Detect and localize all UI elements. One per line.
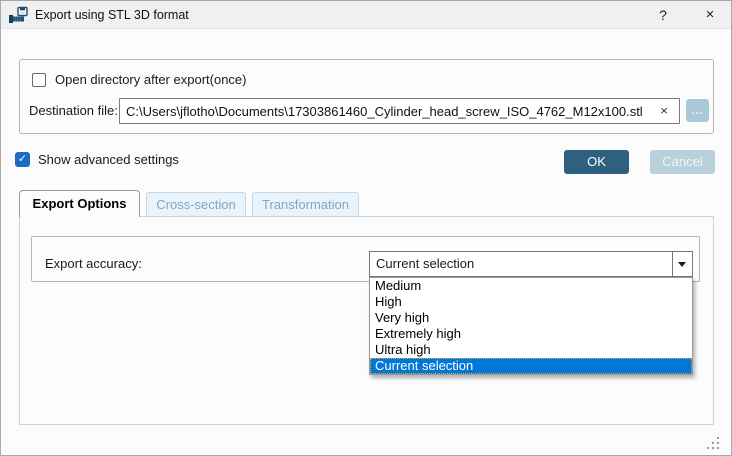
stl-export-icon — [8, 6, 28, 26]
cancel-button[interactable]: Cancel — [650, 150, 715, 174]
destination-file-label: Destination file: — [29, 98, 118, 124]
tab-transformation[interactable]: Transformation — [252, 192, 359, 216]
tab-export-options[interactable]: Export Options — [19, 190, 140, 217]
help-button[interactable]: ? — [647, 1, 679, 29]
browse-button[interactable]: ... — [686, 99, 709, 122]
resize-grip[interactable] — [707, 437, 709, 439]
open-directory-label: Open directory after export(once) — [55, 72, 246, 88]
destination-file-input[interactable] — [119, 98, 680, 124]
export-stl-dialog: Export using STL 3D format ? × Open dire… — [0, 0, 732, 456]
export-accuracy-label: Export accuracy: — [45, 251, 142, 277]
dropdown-item-current-selection[interactable]: Current selection — [370, 358, 692, 374]
dropdown-item-high[interactable]: High — [370, 294, 692, 310]
combobox-value: Current selection — [376, 252, 474, 276]
show-advanced-checkbox[interactable]: ✓ — [15, 152, 30, 167]
open-directory-checkbox[interactable] — [32, 73, 46, 87]
dropdown-item-ultra-high[interactable]: Ultra high — [370, 342, 692, 358]
close-button[interactable]: × — [691, 1, 729, 29]
show-advanced-label: Show advanced settings — [38, 152, 179, 168]
combobox-dropdown-button[interactable] — [672, 252, 692, 276]
window-title: Export using STL 3D format — [35, 1, 189, 29]
tab-cross-section[interactable]: Cross-section — [146, 192, 246, 216]
clear-input-icon[interactable]: × — [651, 98, 677, 124]
title-bar: Export using STL 3D format ? × — [1, 1, 732, 29]
export-accuracy-combobox[interactable]: Current selection — [369, 251, 693, 277]
accuracy-dropdown-list: Medium High Very high Extremely high Ult… — [369, 277, 693, 375]
dropdown-item-extremely-high[interactable]: Extremely high — [370, 326, 692, 342]
checkmark-icon: ✓ — [18, 153, 27, 165]
chevron-down-icon — [678, 262, 686, 267]
dropdown-item-medium[interactable]: Medium — [370, 278, 692, 294]
ok-button[interactable]: OK — [564, 150, 629, 174]
dropdown-item-very-high[interactable]: Very high — [370, 310, 692, 326]
